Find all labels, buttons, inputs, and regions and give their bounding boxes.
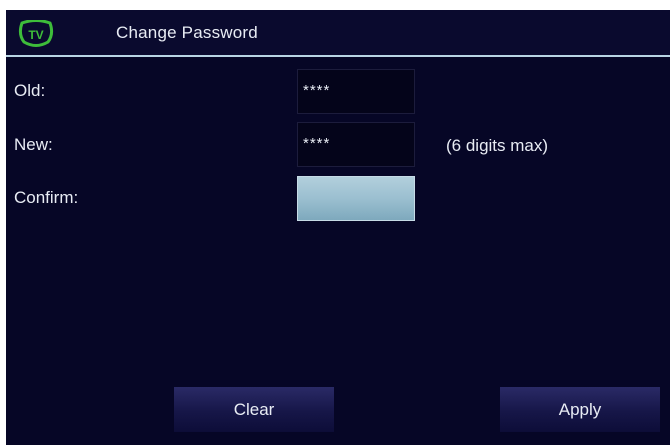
title-bar: TV Change Password [6, 10, 670, 57]
new-password-label: New: [14, 135, 53, 154]
old-password-field[interactable]: **** [297, 69, 415, 114]
apply-button[interactable]: Apply [500, 387, 660, 432]
old-password-label: Old: [14, 81, 46, 100]
new-password-field[interactable]: **** [297, 122, 415, 167]
confirm-password-field[interactable] [297, 176, 415, 221]
screen: TV Change Password Old: **** New: **** (… [6, 10, 670, 445]
new-password-hint: (6 digits max) [446, 136, 549, 155]
page-title: Change Password [116, 23, 258, 42]
confirm-password-label: Confirm: [14, 188, 79, 207]
svg-text:TV: TV [28, 28, 43, 42]
tv-logo-icon: TV [18, 19, 54, 48]
clear-button[interactable]: Clear [174, 387, 334, 432]
